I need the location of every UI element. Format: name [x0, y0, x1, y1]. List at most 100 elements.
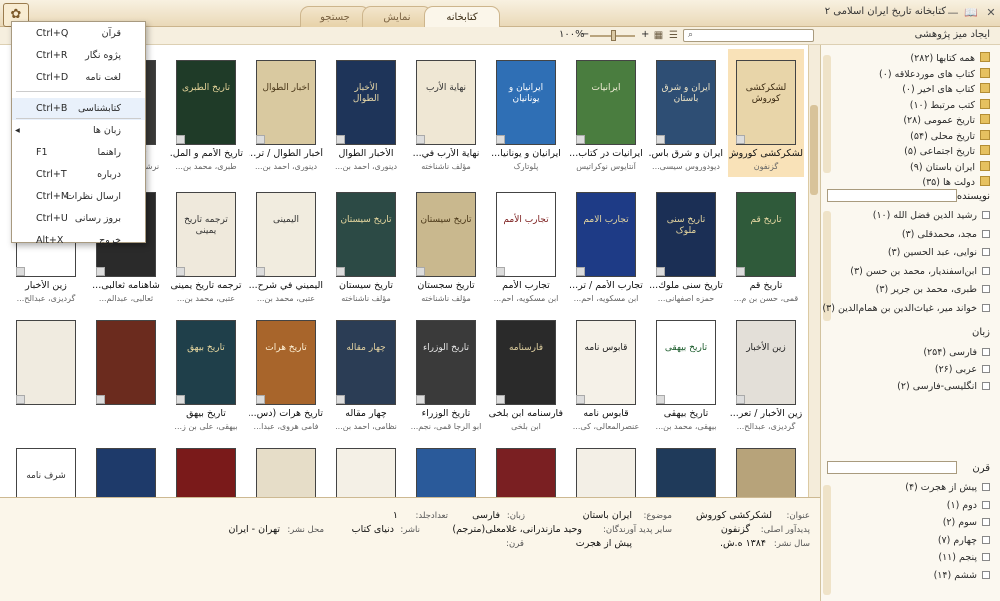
book-item[interactable]: تاریخ سیستان تاریخ سیستان مؤلف ناشناخته	[328, 181, 404, 309]
book-select-checkbox[interactable]	[576, 267, 585, 276]
book-item[interactable]: ترجمه تاریخ یمینی ترجمه تاریخ یمینی عتبی، …	[168, 181, 244, 309]
sidebar-collection-item[interactable]: همه کتابها (۲۸۲)	[910, 52, 990, 65]
century-filter-item[interactable]: ششم (۱۴)	[934, 569, 990, 582]
menu-item[interactable]: خروج Alt+X	[12, 230, 145, 252]
menu-item[interactable]: پژوه نگار Ctrl+R	[12, 45, 145, 67]
book-item[interactable]: لشکرکشی کوروش لشکرکشی کوروش گزنفون	[728, 49, 804, 177]
tab-search[interactable]: جستجو	[300, 6, 370, 27]
book-item[interactable]	[88, 437, 164, 497]
book-select-checkbox[interactable]	[336, 395, 345, 404]
sidebar-collection-item[interactable]: تاریخ محلی (۵۴)	[910, 129, 990, 143]
language-filter-item[interactable]: فارسی (۲۵۴)	[923, 346, 990, 359]
search-icon[interactable]: ⌕	[684, 29, 697, 42]
century-checkbox[interactable]	[982, 483, 990, 491]
book-item[interactable]: نهایة الأرب نهایة الأرب في... مؤلف ناشناخت…	[408, 49, 484, 177]
book-item[interactable]: تاریخ قم تاریخ قم قمی، حسن بن م...	[728, 181, 804, 309]
book-item[interactable]	[88, 309, 164, 437]
book-select-checkbox[interactable]	[416, 267, 425, 276]
book-select-checkbox[interactable]	[256, 135, 265, 144]
author-filter-item[interactable]: ابن‌اسفندیار، محمد بن حسن (۳)	[850, 265, 990, 278]
grid-view-icon[interactable]: ▦	[652, 29, 665, 42]
list-view-icon[interactable]: ☰	[667, 29, 680, 42]
book-item[interactable]	[648, 437, 724, 497]
author-checkbox[interactable]	[982, 303, 990, 312]
book-item[interactable]: تاریخ سنی ملوک تاریخ سنی ملوك... حمزه اصفه…	[648, 181, 724, 309]
book-select-checkbox[interactable]	[576, 135, 585, 144]
book-item[interactable]	[728, 437, 804, 497]
book-item[interactable]	[488, 437, 564, 497]
century-checkbox[interactable]	[982, 535, 990, 544]
book-item[interactable]: ایران و شرق باستان ایران و شرق باس... دیود…	[648, 49, 724, 177]
author-filter-item[interactable]: خواند میر، غیاث‌الدین بن همام‌الدین (۳)	[822, 302, 990, 315]
language-filter-item[interactable]: عربی (۲۶)	[935, 363, 990, 376]
author-filter-item[interactable]: طبری، محمد بن جریر (۳)	[876, 283, 990, 296]
century-scrollbar[interactable]	[823, 485, 831, 595]
century-checkbox[interactable]	[982, 570, 990, 579]
language-checkbox[interactable]	[982, 348, 990, 356]
author-checkbox[interactable]	[982, 229, 990, 238]
book-item[interactable]: الأخبار الطوال الأخبار الطوال دینوری، احمد…	[328, 49, 404, 177]
book-item[interactable]: فارسنامه فارسنامه ابن بلخی ابن بلخی	[488, 309, 564, 437]
book-select-checkbox[interactable]	[256, 395, 265, 404]
book-select-checkbox[interactable]	[176, 267, 185, 276]
book-select-checkbox[interactable]	[16, 395, 25, 404]
book-item[interactable]: تجارب الامم تجارب الأمم / تر... ابن مسکویه…	[568, 181, 644, 309]
book-item[interactable]	[328, 437, 404, 497]
book-select-checkbox[interactable]	[96, 395, 105, 404]
book-item[interactable]	[248, 437, 324, 497]
menu-item[interactable]: کتابشناسی Ctrl+B	[12, 98, 145, 120]
menu-item[interactable]: زبان ها ◂	[12, 120, 145, 142]
book-select-checkbox[interactable]	[736, 135, 745, 144]
century-filter-item[interactable]: پنجم (۱۱)	[938, 551, 990, 564]
collections-scrollbar[interactable]	[823, 55, 831, 173]
century-filter-item[interactable]: سوم (۲)	[943, 516, 990, 529]
book-item[interactable]: چهار مقاله چهار مقاله نظامی، احمد بن...	[328, 309, 404, 437]
menu-item[interactable]: لغت نامه Ctrl+D	[12, 67, 145, 89]
menu-item[interactable]: راهنما F1	[12, 142, 145, 164]
book-select-checkbox[interactable]	[176, 395, 185, 404]
book-item[interactable]: تاریخ بیهقی تاریخ بیهقی بیهقی، محمد بن...	[648, 309, 724, 437]
book-item[interactable]	[168, 437, 244, 497]
book-select-checkbox[interactable]	[96, 267, 105, 276]
book-select-checkbox[interactable]	[336, 267, 345, 276]
language-checkbox[interactable]	[982, 365, 990, 373]
language-checkbox[interactable]	[982, 382, 990, 390]
sidebar-collection-item[interactable]: دولت ها (۳۵)	[922, 176, 990, 189]
book-select-checkbox[interactable]	[496, 135, 505, 144]
book-item[interactable]: تاریخ الطبری تاریخ الأمم و المل... طبری، م…	[168, 49, 244, 177]
book-item[interactable]: زين الأخبار زین الأخبار / تعر... گردیزی، ع…	[728, 309, 804, 437]
book-select-checkbox[interactable]	[496, 267, 505, 276]
book-item[interactable]: قابوس نامه قابوس نامه عنصرالمعالی، کی...	[568, 309, 644, 437]
sidebar-collection-item[interactable]: کتاب های موردعلاقه (۰)	[879, 67, 990, 81]
book-select-checkbox[interactable]	[176, 135, 185, 144]
book-item[interactable]	[8, 309, 84, 437]
book-item[interactable]: شرف نامه	[8, 437, 84, 497]
book-select-checkbox[interactable]	[416, 395, 425, 404]
sidebar-collection-item[interactable]: کتاب های اخیر (۰)	[902, 83, 990, 96]
century-search-input[interactable]	[827, 461, 957, 474]
book-item[interactable]: ایرانیان و یونانیان ایرانیان و یونانیا...…	[488, 49, 564, 177]
book-item[interactable]: ایرانیات ایرانیات در کتاب... آنتایوس نوکرا…	[568, 49, 644, 177]
book-select-checkbox[interactable]	[656, 267, 665, 276]
century-checkbox[interactable]	[982, 500, 990, 509]
author-filter-item[interactable]: نوایی، عبد الحسین (۳)	[888, 246, 990, 259]
menu-item[interactable]: قرآن Ctrl+Q	[12, 23, 145, 45]
book-item[interactable]: تاریخ هرات تاریخ هرات (دس... فامی هروی، عب…	[248, 309, 324, 437]
book-select-checkbox[interactable]	[736, 395, 745, 404]
menu-item[interactable]: بروز رسانی Ctrl+U	[12, 208, 145, 230]
minimize-icon[interactable]: —	[944, 4, 962, 22]
grid-scrollbar[interactable]	[808, 45, 820, 497]
sidebar-collection-item[interactable]: ایران باستان (۹)	[910, 160, 990, 174]
author-filter-item[interactable]: رشید الدین فضل الله (۱۰)	[873, 209, 990, 222]
book-item[interactable]: تجارب الأمم تجارب الأمم ابن مسکویه، احم...	[488, 181, 564, 309]
book-item[interactable]	[408, 437, 484, 497]
book-select-checkbox[interactable]	[336, 135, 345, 144]
tab-library[interactable]: کتابخانه	[424, 6, 500, 27]
create-research-desk[interactable]: ایجاد میز پژوهشی	[915, 29, 990, 40]
author-checkbox[interactable]	[982, 285, 990, 293]
book-item[interactable]: تاریخ بیهق تاریخ بیهق بیهقی، علی بن ز...	[168, 309, 244, 437]
book-item[interactable]: تاریخ سیستان تاریخ سجستان مؤلف ناشناخته	[408, 181, 484, 309]
book-select-checkbox[interactable]	[736, 267, 745, 276]
menu-item[interactable]: درباره Ctrl+T	[12, 164, 145, 186]
author-checkbox[interactable]	[982, 211, 990, 219]
